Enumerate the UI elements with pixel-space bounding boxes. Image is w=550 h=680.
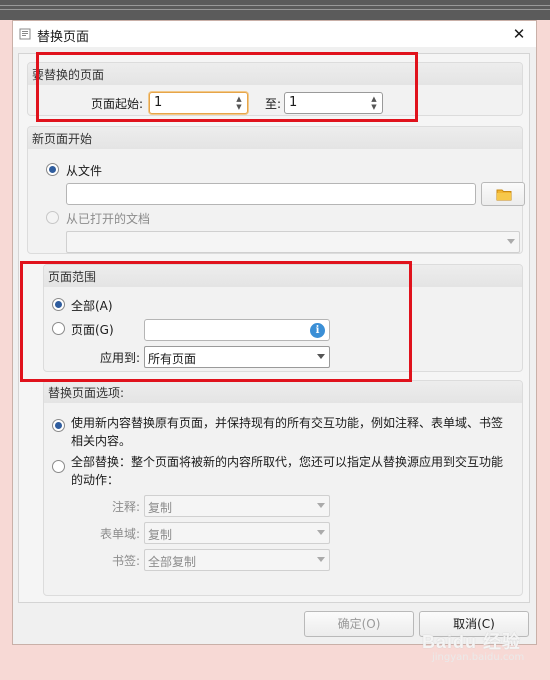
browse-folder-button[interactable] xyxy=(481,182,525,206)
file-path-input[interactable] xyxy=(66,183,476,205)
replace-all-radio[interactable] xyxy=(52,460,65,473)
dialog-titlebar: 替换页面 ✕ xyxy=(13,21,536,47)
dialog-title: 替换页面 xyxy=(37,30,90,45)
ok-button[interactable]: 确定(O) xyxy=(304,611,414,637)
replace-options-group: 替换页面选项: 使用新内容替换原有页面，并保持现有的所有交互功能，例如注释、表单… xyxy=(43,380,523,596)
bookmarks-value: 全部复制 xyxy=(148,555,197,569)
from-file-label: 从文件 xyxy=(66,164,103,178)
annotations-select[interactable]: 复制 xyxy=(144,495,330,517)
form-fields-value: 复制 xyxy=(148,528,173,542)
keep-interactive-radio[interactable] xyxy=(52,419,65,432)
from-file-radio[interactable] xyxy=(46,163,59,176)
replace-all-line1: 全部替换：整个页面将被新的内容所取代，您还可以指定从替换源应用到交互功能 xyxy=(71,455,504,469)
chevron-down-icon xyxy=(507,239,515,244)
chevron-down-icon xyxy=(317,557,325,562)
replace-all-line2: 的动作： xyxy=(71,473,120,487)
watermark-logo: Baidu 经验 xyxy=(422,632,522,652)
keep-interactive-line1: 使用新内容替换原有页面，并保持现有的所有交互功能，例如注释、表单域、书签 xyxy=(71,416,504,430)
form-fields-select[interactable]: 复制 xyxy=(144,522,330,544)
annotations-label: 注释: xyxy=(112,500,141,514)
annotations-value: 复制 xyxy=(148,501,173,515)
keep-interactive-line2: 相关内容。 xyxy=(71,434,132,448)
highlight-page-range xyxy=(20,261,412,382)
close-icon[interactable]: ✕ xyxy=(510,25,528,43)
chevron-down-icon xyxy=(317,530,325,535)
bookmarks-select[interactable]: 全部复制 xyxy=(144,549,330,571)
chevron-down-icon xyxy=(317,503,325,508)
new-page-start-group-title: 新页面开始 xyxy=(32,132,93,146)
background-window-strip xyxy=(0,0,550,20)
open-doc-select[interactable] xyxy=(66,231,520,253)
bookmarks-label: 书签: xyxy=(112,554,141,568)
replace-options-group-title: 替换页面选项: xyxy=(48,386,125,400)
new-page-start-group: 新页面开始 从文件 从已打开的文档 xyxy=(27,126,525,254)
app-icon xyxy=(19,28,31,40)
from-open-doc-radio[interactable] xyxy=(46,211,59,224)
watermark-subtext: jingyan.baidu.com xyxy=(432,652,525,663)
highlight-replace-pages xyxy=(36,52,418,122)
form-fields-label: 表单域: xyxy=(100,527,141,541)
from-open-doc-label: 从已打开的文档 xyxy=(66,212,151,226)
folder-icon xyxy=(496,189,512,201)
